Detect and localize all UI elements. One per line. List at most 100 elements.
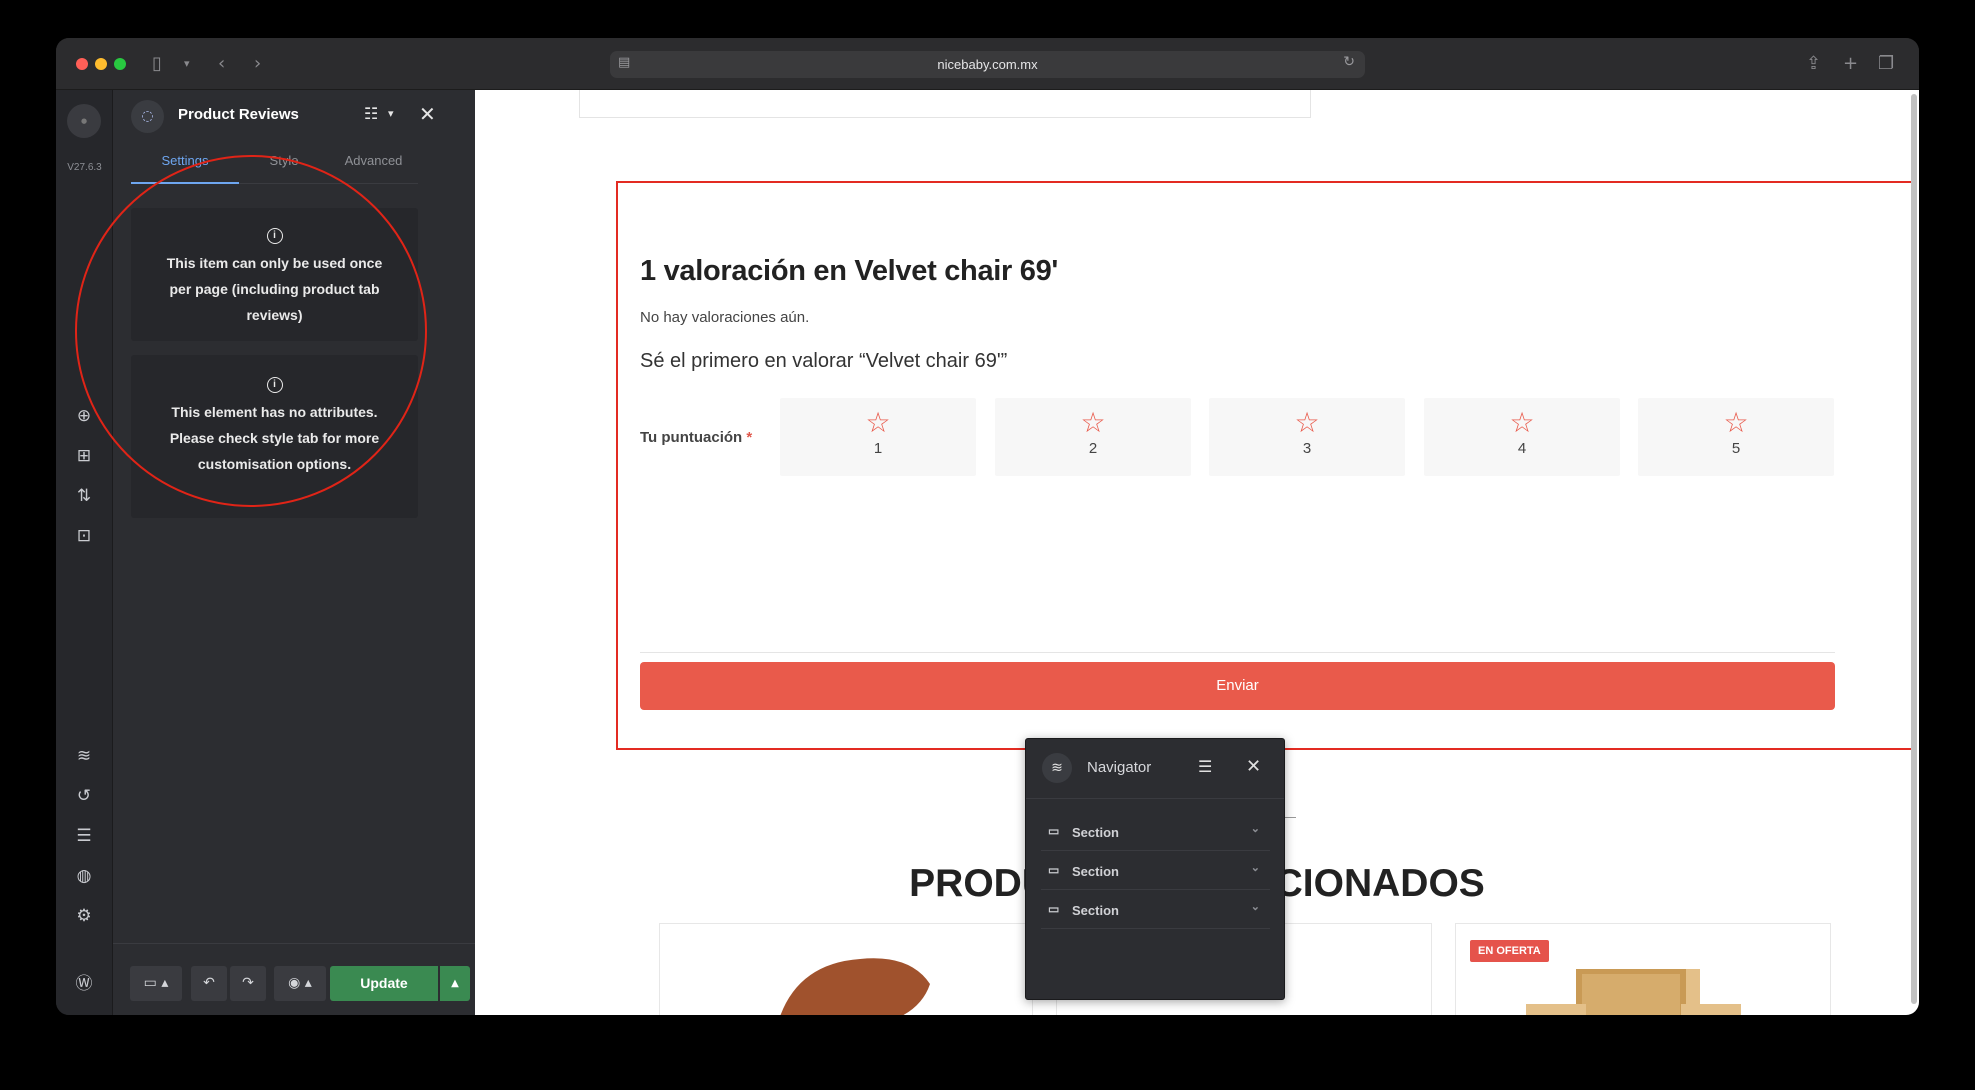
chevron-down-icon[interactable]: ⌄ xyxy=(1251,900,1260,913)
product-card[interactable] xyxy=(659,923,1033,1015)
sort-icon[interactable]: ⇅ xyxy=(70,482,98,510)
notice-once-per-page: i This item can only be used once per pa… xyxy=(131,208,418,341)
globe-icon[interactable]: ◍ xyxy=(70,862,98,890)
reviews-title: 1 valoración en Velvet chair 69' xyxy=(640,255,1059,287)
star-icon: ☆ xyxy=(1723,406,1749,439)
tab-settings[interactable]: Settings xyxy=(131,138,239,184)
structure-icon[interactable]: ⊞ xyxy=(70,442,98,470)
layers-icon: ≋ xyxy=(1042,753,1072,783)
star-icon: ☆ xyxy=(1509,406,1535,439)
url-text: nicebaby.com.mx xyxy=(937,57,1038,72)
rating-option-5[interactable]: ☆ 5 xyxy=(1638,398,1834,476)
minimize-window-button[interactable] xyxy=(95,58,107,70)
navigator-row-label: Section xyxy=(1072,825,1119,840)
be-first-text: Sé el primero en valorar “Velvet chair 6… xyxy=(640,350,1008,372)
update-button[interactable]: Update xyxy=(330,966,438,1001)
tab-style[interactable]: Style xyxy=(239,138,329,184)
close-icon[interactable]: ✕ xyxy=(419,104,436,124)
folder-icon: ▭ xyxy=(1048,824,1060,838)
notice-text: This item can only be used once per page… xyxy=(166,255,383,323)
folder-icon: ▭ xyxy=(1048,863,1060,877)
chevron-down-icon[interactable]: ⌄ xyxy=(1251,861,1260,874)
element-settings-panel: ◌ Product Reviews ☷ ▾ ✕ Settings Style A… xyxy=(113,90,475,1015)
navigator-row[interactable]: ▭ Section ⌄ xyxy=(1041,813,1270,851)
rating-label: Tu puntuación * xyxy=(640,429,752,446)
tabs-icon[interactable]: ❐ xyxy=(1878,51,1894,77)
reload-icon[interactable]: ↻ xyxy=(1343,54,1355,70)
templates-icon[interactable]: ⊡ xyxy=(70,522,98,550)
version-label: V27.6.3 xyxy=(67,162,102,173)
rating-number: 3 xyxy=(1302,440,1312,457)
navigator-window[interactable]: ≋ Navigator ☰ ✕ ▭ Section ⌄ ▭ Section ⌄ … xyxy=(1025,738,1285,1000)
required-mark: * xyxy=(746,429,753,446)
gear-icon[interactable]: ⚙ xyxy=(70,902,98,930)
navigator-header[interactable]: ≋ Navigator ☰ ✕ xyxy=(1026,739,1284,799)
add-element-icon[interactable]: ⊕ xyxy=(70,402,98,430)
editor-icon-strip: ● V27.6.3 ⊕ ⊞ ⇅ ⊡ ≋ ↺ ☰ ◍ ⚙ Ⓦ xyxy=(56,90,113,1015)
share-icon[interactable]: ⇪ xyxy=(1806,51,1821,77)
star-icon: ☆ xyxy=(1294,406,1320,439)
wordpress-icon[interactable]: Ⓦ xyxy=(70,970,98,998)
close-window-button[interactable] xyxy=(76,58,88,70)
layers-icon[interactable]: ≋ xyxy=(70,742,98,770)
zoom-window-button[interactable] xyxy=(114,58,126,70)
browser-titlebar: ▯ ▾ ‹ › ▤ nicebaby.com.mx ↻ ⇪ + ❐ xyxy=(56,38,1919,90)
chevron-left-icon[interactable]: ‹ xyxy=(218,51,225,77)
rating-number: 2 xyxy=(1088,440,1098,457)
history-icon[interactable]: ↺ xyxy=(70,782,98,810)
chevron-down-icon[interactable]: ▾ xyxy=(388,104,394,124)
panel-title: Product Reviews xyxy=(178,106,299,123)
site-logo[interactable]: ● xyxy=(67,104,101,138)
submit-review-button[interactable]: Enviar xyxy=(640,662,1835,710)
plus-icon[interactable]: + xyxy=(1843,51,1858,77)
rating-number: 1 xyxy=(873,440,883,457)
close-icon[interactable]: ✕ xyxy=(1246,756,1261,778)
navigator-row[interactable]: ▭ Section ⌄ xyxy=(1041,852,1270,890)
sale-badge: EN OFERTA xyxy=(1470,940,1549,962)
rattan-chair-image xyxy=(1526,969,1741,1015)
address-bar[interactable]: ▤ nicebaby.com.mx ↻ xyxy=(610,51,1365,78)
panel-header: ◌ Product Reviews ☷ ▾ ✕ xyxy=(113,90,475,138)
options-icon[interactable]: ☷ xyxy=(364,104,378,124)
navigator-row[interactable]: ▭ Section ⌄ xyxy=(1041,891,1270,929)
rating-option-2[interactable]: ☆ 2 xyxy=(995,398,1191,476)
navigator-row-label: Section xyxy=(1072,864,1119,879)
site-settings-icon[interactable]: ☰ xyxy=(70,822,98,850)
browser-window: ▯ ▾ ‹ › ▤ nicebaby.com.mx ↻ ⇪ + ❐ ● V27.… xyxy=(56,38,1919,1015)
preview-button[interactable]: ◉ ▴ xyxy=(274,966,326,1001)
star-icon: ☆ xyxy=(865,406,891,439)
sidebar-icon[interactable]: ▯ xyxy=(152,51,162,77)
page-scrollbar[interactable] xyxy=(1911,94,1917,1004)
rating-option-4[interactable]: ☆ 4 xyxy=(1424,398,1620,476)
form-divider xyxy=(640,652,1835,653)
previous-section-box xyxy=(579,90,1311,118)
responsive-mode-button[interactable]: ▭ ▴ xyxy=(130,966,182,1001)
rating-label-text: Tu puntuación xyxy=(640,429,743,446)
notice-text: This element has no attributes. Please c… xyxy=(169,404,380,472)
panel-footer: ▭ ▴ ↶ ↷ ◉ ▴ Update ▲ xyxy=(113,943,475,1015)
navigator-title: Navigator xyxy=(1087,759,1152,776)
chair-image xyxy=(780,958,930,1015)
chevron-down-icon[interactable]: ▾ xyxy=(184,51,190,77)
chevron-right-icon[interactable]: › xyxy=(254,51,261,77)
panel-tabs: Settings Style Advanced xyxy=(131,138,418,184)
info-icon: i xyxy=(266,377,283,393)
rating-number: 5 xyxy=(1731,440,1741,457)
navigator-row-label: Section xyxy=(1072,903,1119,918)
update-options-button[interactable]: ▲ xyxy=(440,966,470,1001)
tab-advanced[interactable]: Advanced xyxy=(329,138,418,184)
chevron-down-icon[interactable]: ⌄ xyxy=(1251,822,1260,835)
notice-no-attributes: i This element has no attributes. Please… xyxy=(131,355,418,518)
product-card[interactable]: EN OFERTA xyxy=(1455,923,1831,1015)
info-icon: i xyxy=(266,228,283,244)
undo-button[interactable]: ↶ xyxy=(191,966,227,1001)
folder-icon: ▭ xyxy=(1048,902,1060,916)
expand-all-icon[interactable]: ☰ xyxy=(1198,756,1212,778)
no-reviews-text: No hay valoraciones aún. xyxy=(640,309,810,326)
redo-button[interactable]: ↷ xyxy=(230,966,266,1001)
rating-option-1[interactable]: ☆ 1 xyxy=(780,398,976,476)
reviews-widget-icon: ◌ xyxy=(131,100,164,133)
rating-option-3[interactable]: ☆ 3 xyxy=(1209,398,1405,476)
rating-number: 4 xyxy=(1517,440,1527,457)
star-icon: ☆ xyxy=(1080,406,1106,439)
